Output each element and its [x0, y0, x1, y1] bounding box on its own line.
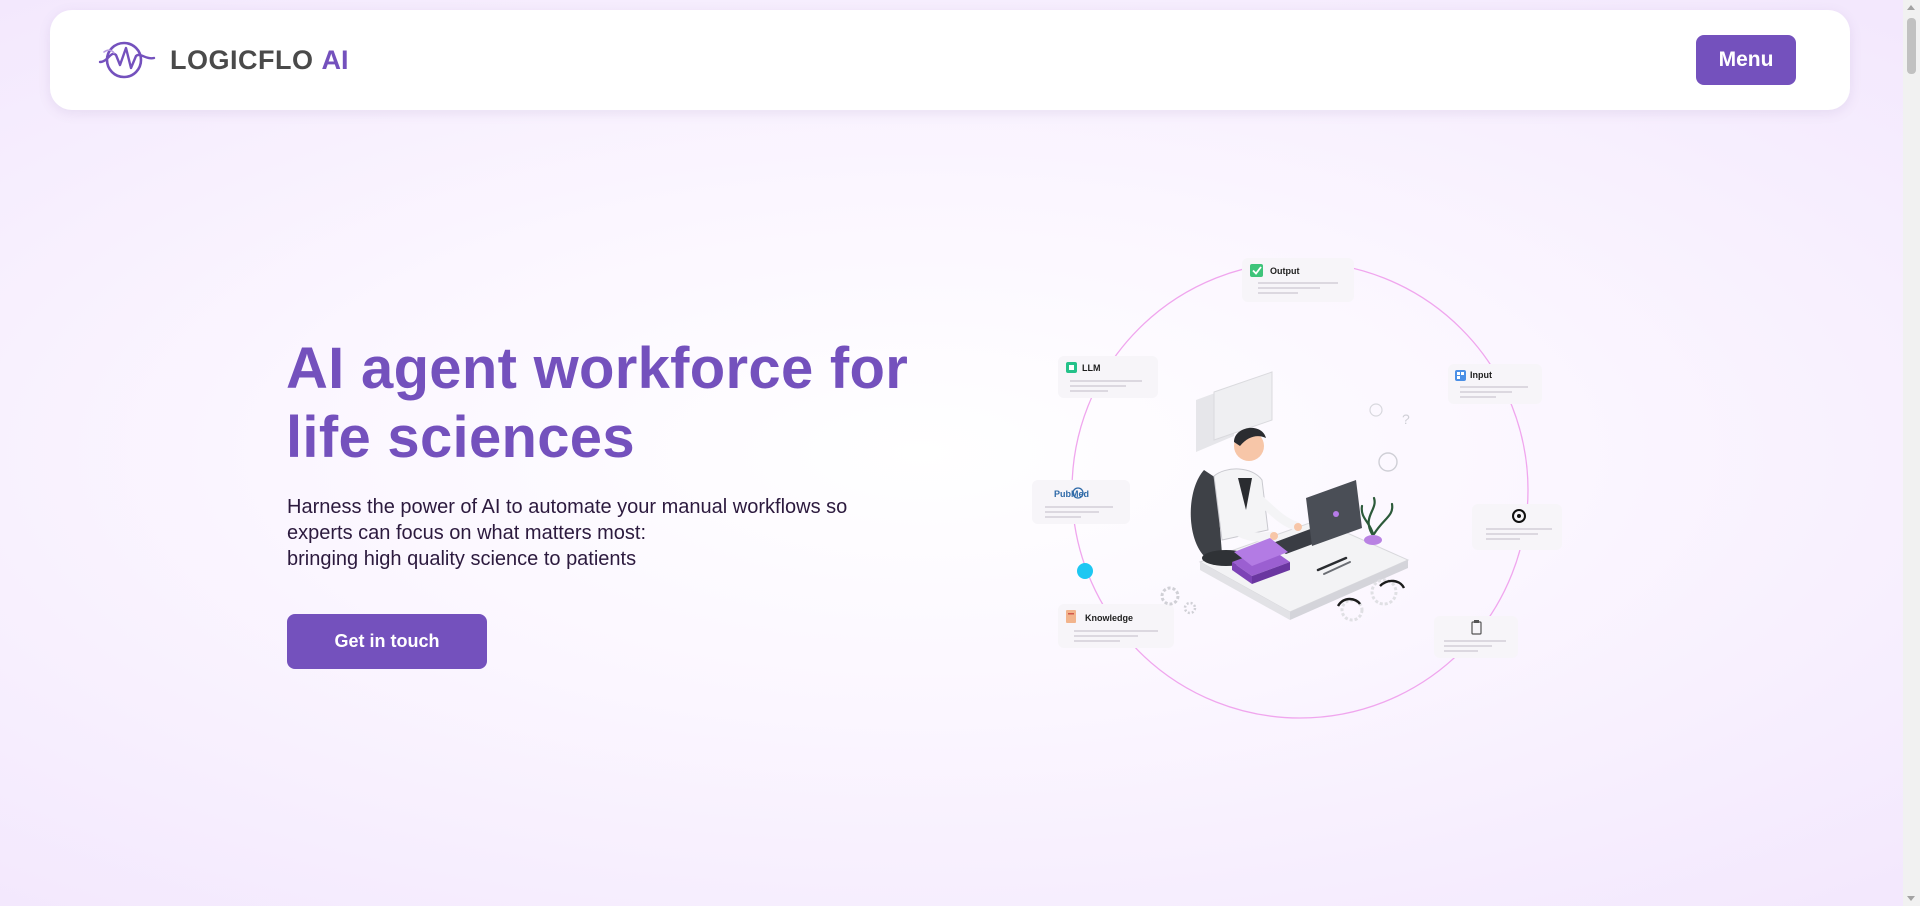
orbit-dot	[1077, 563, 1093, 579]
card-output: Output	[1242, 258, 1354, 302]
hero-illustration: Output LLM Input PubMed Knowledge ?	[1000, 240, 1620, 760]
card-llm: LLM	[1058, 356, 1158, 398]
scroll-thumb[interactable]	[1907, 18, 1916, 74]
card-pubmed-label: PubMed	[1054, 489, 1089, 499]
card-pubmed: PubMed	[1032, 480, 1130, 524]
scientist-at-desk: ?	[1160, 371, 1410, 622]
card-output-label: Output	[1270, 266, 1300, 276]
grid-icon	[1455, 370, 1466, 381]
laptop-logo-icon	[1333, 511, 1339, 517]
hero-subtitle-line: Harness the power of AI to automate your…	[287, 496, 848, 518]
logo-wordmark: LOGICFLO	[170, 44, 314, 75]
card-llm-label: LLM	[1082, 363, 1101, 373]
scroll-down-icon[interactable]	[1907, 896, 1915, 901]
card-openai	[1472, 504, 1562, 550]
get-in-touch-button[interactable]: Get in touch	[287, 614, 487, 669]
card-knowledge-label: Knowledge	[1085, 613, 1133, 623]
card-input: Input	[1448, 364, 1542, 404]
document-icon	[1066, 610, 1076, 623]
card-input-label: Input	[1470, 370, 1492, 380]
hero-subtitle: Harness the power of AI to automate your…	[287, 494, 987, 572]
page-scrollbar[interactable]	[1903, 0, 1920, 906]
logo[interactable]: LOGICFLO AI	[98, 40, 348, 80]
svg-text:?: ?	[1402, 411, 1410, 427]
logo-ai-suffix: AI	[321, 44, 349, 75]
hero-subtitle-line: bringing high quality science to patient…	[287, 548, 637, 570]
hero-subtitle-line: experts can focus on what matters most:	[287, 522, 647, 544]
site-header: LOGICFLO AI Menu	[50, 10, 1850, 110]
menu-button[interactable]: Menu	[1696, 35, 1796, 85]
logo-icon	[98, 41, 156, 79]
hero-title: AI agent workforce for life sciences	[286, 336, 909, 470]
card-knowledge: Knowledge	[1058, 604, 1174, 648]
card-clipboard	[1434, 616, 1518, 658]
scroll-up-icon[interactable]	[1907, 5, 1915, 10]
check-icon	[1250, 264, 1263, 277]
